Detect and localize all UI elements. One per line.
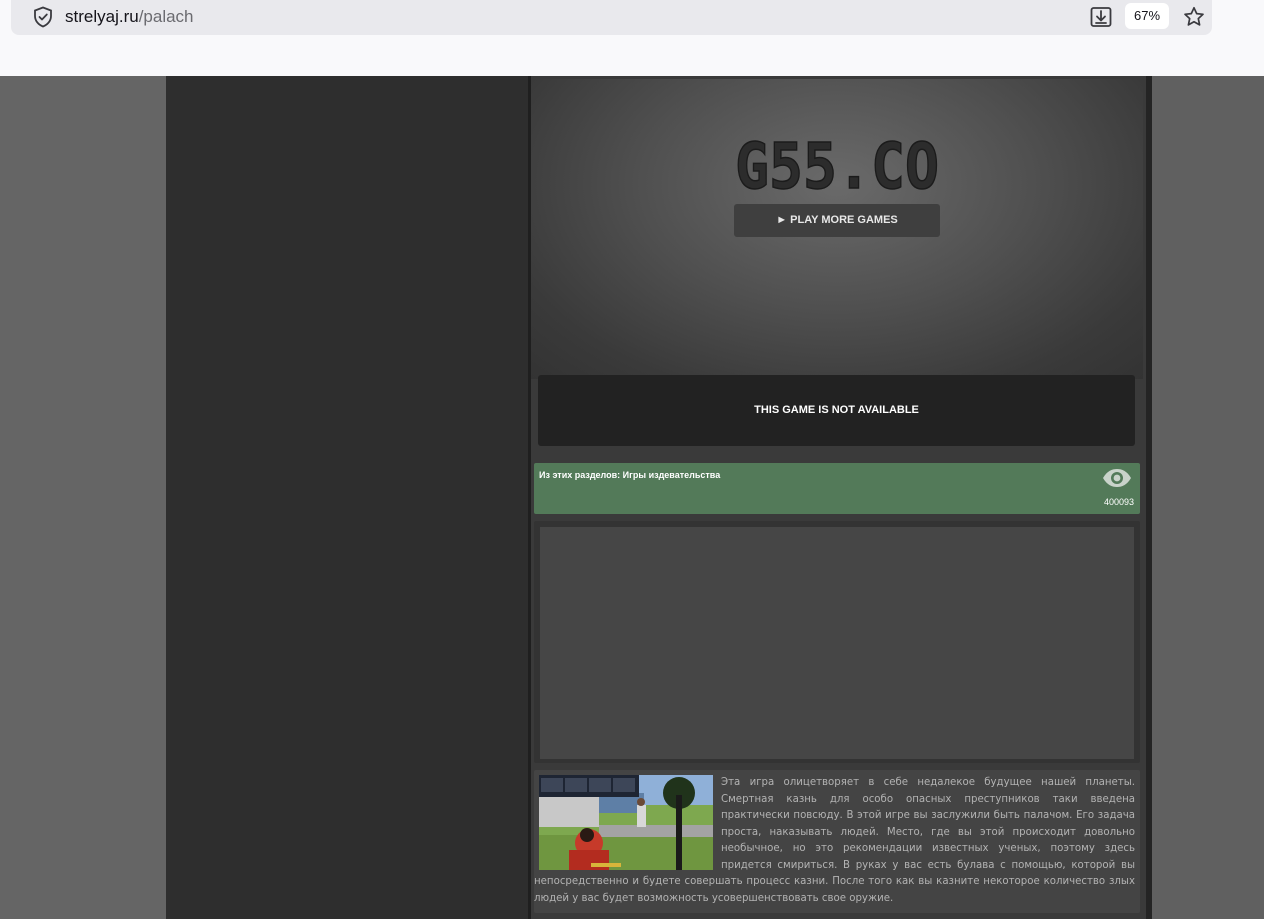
eye-icon [1103, 469, 1131, 487]
zoom-level-button[interactable]: 67% [1125, 3, 1169, 29]
game-screenshot-thumbnail [539, 775, 713, 870]
shield-icon[interactable] [33, 6, 53, 28]
url-text[interactable]: strelyaj.ru/palach [65, 7, 194, 27]
url-path: /palach [138, 7, 194, 26]
logo-text: G55.CO [735, 133, 939, 193]
address-bar[interactable]: strelyaj.ru/palach [11, 0, 1212, 35]
ad-container [534, 521, 1140, 763]
view-count: 400093 [1103, 497, 1134, 507]
play-more-games-button[interactable]: ► PLAY MORE GAMES [734, 204, 940, 237]
category-bar: Из этих разделов: Игры издевательства 40… [534, 463, 1140, 514]
category-link[interactable]: Из этих разделов: Игры издевательства [539, 470, 720, 480]
right-margin [1152, 76, 1264, 919]
download-icon[interactable] [1089, 5, 1113, 29]
browser-toolbar: strelyaj.ru/palach 67% [0, 0, 1264, 77]
url-domain: strelyaj.ru [65, 7, 139, 26]
g55-logo[interactable]: G55.CO [734, 133, 940, 193]
ad-placeholder [540, 527, 1134, 759]
game-not-available-message: THIS GAME IS NOT AVAILABLE [538, 375, 1135, 446]
description-box: Эта игра олицетворяет в себе недалекое б… [534, 770, 1140, 913]
left-column [166, 76, 530, 919]
bookmark-star-icon[interactable] [1182, 5, 1206, 29]
